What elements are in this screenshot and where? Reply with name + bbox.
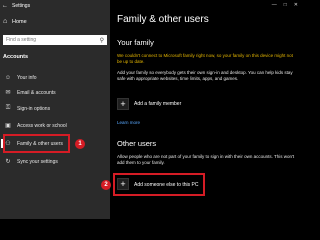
home-link[interactable]: ⌂ Home: [3, 17, 27, 26]
minimize-icon[interactable]: —: [272, 2, 277, 8]
person-icon: ☺: [4, 74, 12, 81]
sidebar-item-label: Sign-in options: [17, 105, 51, 112]
search-input[interactable]: Find a setting ⚲: [3, 35, 107, 45]
sidebar-item-label: Sync your settings: [17, 158, 58, 165]
learn-more-link[interactable]: Learn more: [117, 120, 140, 125]
highlight-box-family: [3, 134, 70, 153]
sidebar-item-sync-settings[interactable]: ↻ Sync your settings: [3, 155, 58, 168]
sidebar: ← Settings ⌂ Home Find a setting ⚲ Accou…: [0, 0, 110, 219]
search-icon: ⚲: [99, 37, 104, 44]
home-label: Home: [12, 18, 27, 25]
search-placeholder: Find a setting: [6, 37, 37, 43]
heading-other-users: Other users: [117, 139, 157, 148]
family-description: Add your family so everybody gets their …: [117, 70, 293, 81]
title-bar: ← Settings: [0, 0, 110, 12]
maximize-icon[interactable]: □: [284, 2, 287, 8]
heading-your-family: Your family: [117, 38, 154, 47]
add-family-member-label[interactable]: Add a family member: [134, 101, 181, 107]
window-title: Settings: [12, 3, 31, 9]
mail-icon: ✉: [5, 90, 11, 96]
window-controls: — □ ✕: [272, 2, 298, 8]
key-icon: ⚿: [5, 105, 11, 111]
highlight-box-add-someone: [113, 173, 205, 196]
sidebar-item-label: Your info: [17, 74, 37, 81]
back-arrow-icon[interactable]: ←: [0, 3, 10, 9]
plus-icon: +: [120, 99, 126, 109]
briefcase-icon: ▣: [5, 123, 11, 129]
add-family-member-button[interactable]: +: [117, 98, 129, 110]
sidebar-item-sign-in-options[interactable]: ⚿ Sign-in options: [3, 102, 50, 115]
step-badge-2: 2: [101, 180, 111, 190]
sidebar-item-your-info[interactable]: ☺ Your info: [3, 71, 37, 84]
sidebar-item-email-accounts[interactable]: ✉ Email & accounts: [3, 86, 56, 99]
close-icon[interactable]: ✕: [294, 2, 298, 8]
sidebar-item-label: Access work or school: [17, 122, 67, 129]
page-title: Family & other users: [117, 14, 209, 25]
section-title-accounts: Accounts: [3, 54, 29, 60]
other-users-description: Allow people who are not part of your fa…: [117, 154, 295, 165]
sidebar-item-label: Email & accounts: [17, 89, 56, 96]
step-badge-1: 1: [75, 139, 85, 149]
home-icon: ⌂: [3, 18, 8, 25]
sync-icon: ↻: [5, 159, 11, 165]
sidebar-item-access-work[interactable]: ▣ Access work or school: [3, 119, 67, 132]
family-warning-text: We couldn't connect to Microsoft family …: [117, 53, 293, 64]
